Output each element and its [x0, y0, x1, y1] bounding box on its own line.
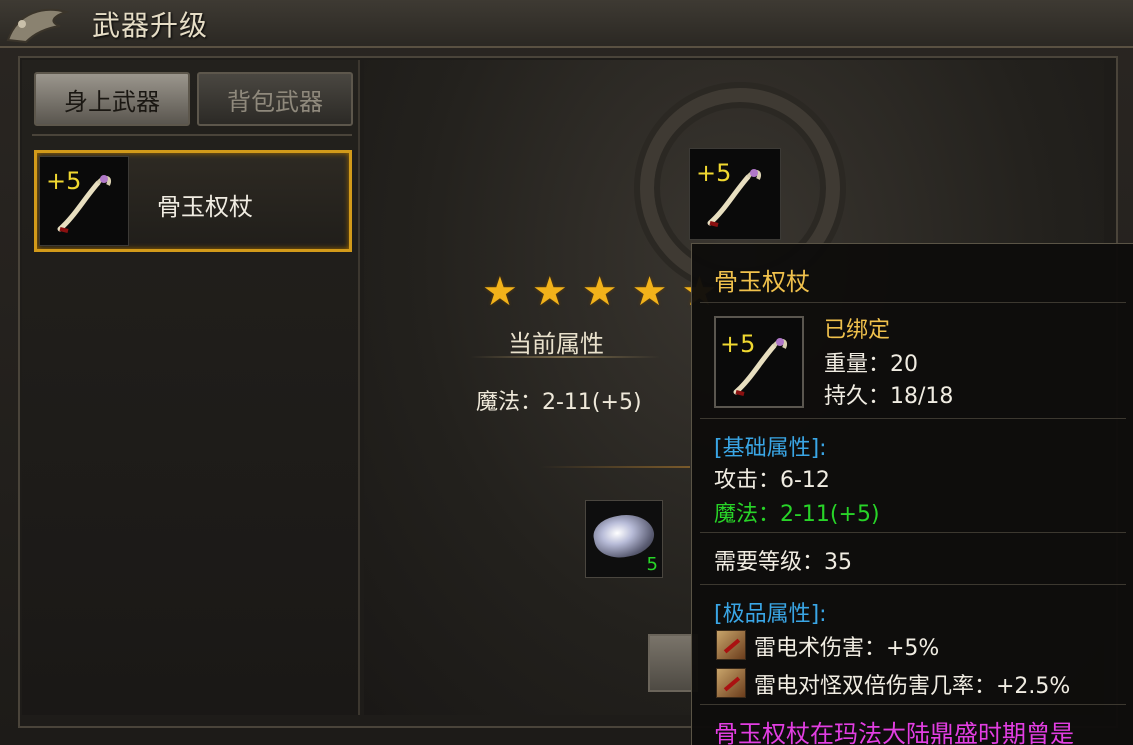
- lightning-skill-icon: [716, 668, 746, 698]
- star-icon: ★: [531, 269, 568, 315]
- tooltip-divider: [700, 704, 1126, 705]
- lightning-skill-icon: [716, 630, 746, 660]
- tab-divider: [32, 134, 352, 136]
- enhance-level: +5: [720, 330, 756, 358]
- weapon-list-panel: 身上武器 背包武器 +5 骨玉权杖: [22, 60, 360, 715]
- current-attr-heading: 当前属性: [508, 330, 604, 358]
- weapon-upgrade-window: 武器升级 身上武器 背包武器 +5 骨玉权杖 +5 ★ ★ ★ ★ 当前属性 魔…: [0, 0, 1133, 745]
- material-divider: [540, 466, 690, 468]
- magic-value: 魔法：2-11(+5): [714, 502, 880, 527]
- weapon-list-item[interactable]: +5 骨玉权杖: [34, 150, 352, 252]
- premium-attr-heading: [极品属性]:: [714, 602, 827, 627]
- heading-divider: [470, 356, 660, 358]
- tooltip-divider: [700, 302, 1126, 303]
- item-tooltip: 骨玉权杖 +5 已绑定 重量：20 持久：18/18 [基础属性]: 攻击：6-…: [691, 243, 1133, 745]
- window-title: 武器升级: [92, 9, 209, 42]
- tooltip-divider: [700, 418, 1126, 419]
- weapon-name: 骨玉权杖: [157, 193, 253, 221]
- star-icon: ★: [482, 269, 518, 315]
- material-count: 5: [646, 554, 658, 575]
- required-level: 需要等级：35: [714, 550, 852, 575]
- tooltip-divider: [700, 532, 1126, 533]
- material-slot[interactable]: 5: [585, 500, 663, 578]
- attack-value: 攻击：6-12: [714, 468, 830, 493]
- premium-attr: 雷电对怪双倍伤害几率：+2.5%: [754, 674, 1071, 699]
- weight-value: 重量：20: [824, 352, 918, 377]
- tooltip-item-name: 骨玉权杖: [714, 268, 810, 296]
- weapon-slot: +5: [39, 156, 129, 246]
- title-bar[interactable]: 武器升级: [0, 0, 1133, 48]
- base-attr-heading: [基础属性]:: [714, 436, 827, 461]
- enhance-level: +5: [696, 159, 732, 187]
- tooltip-item-slot: +5: [714, 316, 804, 408]
- upgrade-weapon-slot[interactable]: +5: [689, 148, 781, 240]
- item-description: 骨玉权杖在玛法大陆鼎盛时期曾是: [714, 720, 1074, 745]
- star-icon: ★: [581, 269, 618, 315]
- premium-attr: 雷电术伤害：+5%: [754, 636, 940, 661]
- current-magic-value: 魔法：2-11(+5): [476, 390, 642, 415]
- durability-value: 持久：18/18: [824, 384, 954, 409]
- tooltip-divider: [700, 584, 1126, 585]
- bound-status: 已绑定: [824, 318, 891, 343]
- star-icon: ★: [631, 269, 668, 315]
- tab-equipped-weapons[interactable]: 身上武器: [34, 72, 190, 126]
- dragon-ornament-icon: [6, 8, 70, 44]
- star-rating: ★★★★★: [482, 272, 717, 312]
- tab-bag-weapons[interactable]: 背包武器: [197, 72, 353, 126]
- enhance-level: +5: [46, 167, 82, 195]
